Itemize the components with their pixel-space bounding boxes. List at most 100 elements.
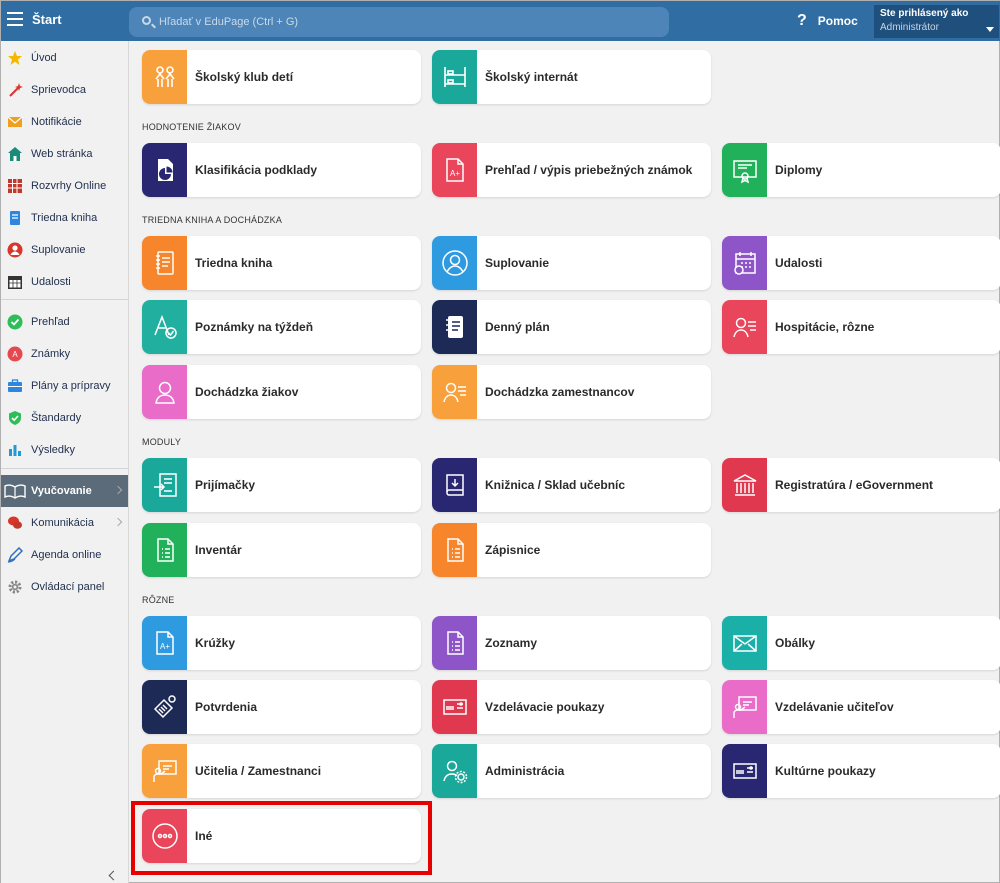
sidebar-item-suplovanie[interactable]: Suplovanie: [1, 234, 128, 266]
tile-label: Krúžky: [195, 636, 236, 650]
sidebar-item-ovladaci-panel[interactable]: Ovládací panel: [1, 571, 128, 603]
tile-label: Hospitácie, rôzne: [775, 320, 875, 334]
sidebar-item-label: Suplovanie: [31, 244, 86, 256]
sidebar-item-sprievodca[interactable]: Sprievodca: [1, 74, 128, 106]
chevron-right-icon: [113, 517, 123, 527]
grade-icon: A: [7, 346, 23, 362]
tile-label: Suplovanie: [485, 256, 550, 270]
sidebar-item-prehlad[interactable]: Prehľad: [1, 306, 128, 338]
tile-prijimacky[interactable]: Prijímačky: [142, 458, 421, 512]
collapse-sidebar-icon[interactable]: [107, 871, 117, 881]
tile-diplomy[interactable]: Diplomy: [722, 143, 1000, 197]
star-icon: [7, 50, 23, 66]
help-button[interactable]: ? Pomoc: [797, 12, 858, 30]
sidebar-item-standardy[interactable]: Štandardy: [1, 402, 128, 434]
tile-label: Prehľad / výpis priebežných známok: [485, 163, 693, 177]
tile-label: Zápisnice: [485, 543, 541, 557]
tile-zoznamy[interactable]: Zoznamy: [432, 616, 711, 670]
bar-chart-icon: [7, 442, 23, 458]
sidebar-item-uvod[interactable]: Úvod: [1, 42, 128, 74]
tile-skolsky-internat[interactable]: Školský internát: [432, 50, 711, 104]
sidebar-item-label: Výsledky: [31, 444, 76, 456]
person-circle-icon: [432, 236, 477, 290]
hamburger-icon[interactable]: [7, 12, 23, 28]
grade-document-icon: A+: [142, 616, 187, 670]
person-list-icon: [432, 365, 477, 419]
tile-poznamky[interactable]: Poznámky na týždeň: [142, 300, 421, 354]
tile-dochadzka-ziakov[interactable]: Dochádzka žiakov: [142, 365, 421, 419]
svg-text:A+: A+: [450, 169, 460, 178]
app-title[interactable]: Štart: [32, 12, 62, 27]
tile-hospitacie[interactable]: Hospitácie, rôzne: [722, 300, 1000, 354]
planner-icon: [432, 300, 477, 354]
tile-label: Dochádzka žiakov: [195, 385, 299, 399]
diploma-icon: [722, 143, 767, 197]
more-dots-icon: [142, 809, 187, 863]
tile-udalosti[interactable]: Udalosti: [722, 236, 1000, 290]
tile-klasifikacia[interactable]: Klasifikácia podklady: [142, 143, 421, 197]
sidebar-item-plany[interactable]: Plány a prípravy: [1, 370, 128, 402]
chevron-right-icon: [113, 485, 123, 495]
font-check-icon: [142, 300, 187, 354]
tile-skolsky-klub[interactable]: Školský klub detí: [142, 50, 421, 104]
tile-prehlad-znamok[interactable]: A+ Prehľad / výpis priebežných známok: [432, 143, 711, 197]
tile-kulturne-poukazy[interactable]: Kultúrne poukazy: [722, 744, 1000, 798]
tile-suplovanie[interactable]: Suplovanie: [432, 236, 711, 290]
list-document-icon: [432, 616, 477, 670]
tile-vzdelavacie-poukazy[interactable]: Vzdelávacie poukazy: [432, 680, 711, 734]
sidebar-item-vysledky[interactable]: Výsledky: [1, 434, 128, 466]
sidebar-item-udalosti[interactable]: Udalosti: [1, 266, 128, 298]
sidebar-item-znamky[interactable]: A Známky: [1, 338, 128, 370]
gear-icon: [7, 579, 23, 595]
sidebar-item-rozvrhy[interactable]: Rozvrhy Online: [1, 170, 128, 202]
sidebar-divider: [1, 299, 128, 300]
sidebar-item-vyucovanie[interactable]: Vyučovanie: [1, 475, 128, 507]
envelope-icon: [722, 616, 767, 670]
sidebar-item-web-stranka[interactable]: Web stránka: [1, 138, 128, 170]
teacher-board-icon: [142, 744, 187, 798]
tile-potvrdenia[interactable]: Potvrdenia: [142, 680, 421, 734]
voucher-icon: [432, 680, 477, 734]
institution-icon: [722, 458, 767, 512]
person-icon: [7, 242, 23, 258]
search-box[interactable]: [129, 7, 669, 37]
tile-inventar[interactable]: Inventár: [142, 523, 421, 577]
tile-registratura[interactable]: Registratúra / eGovernment: [722, 458, 1000, 512]
pen-icon: [7, 546, 24, 563]
sidebar-item-label: Úvod: [31, 52, 57, 64]
tile-dochadzka-zamestnancov[interactable]: Dochádzka zamestnancov: [432, 365, 711, 419]
sidebar-item-label: Rozvrhy Online: [31, 180, 107, 192]
sidebar-item-label: Plány a prípravy: [31, 380, 111, 392]
user-menu[interactable]: Ste prihlásený ako Administrátor: [874, 5, 999, 38]
sidebar-item-agenda[interactable]: Agenda online: [1, 539, 128, 571]
tile-obalky[interactable]: Obálky: [722, 616, 1000, 670]
tile-ine[interactable]: Iné: [142, 809, 421, 863]
sidebar-item-label: Štandardy: [31, 412, 82, 424]
voucher-icon: [722, 744, 767, 798]
search-input[interactable]: [159, 13, 649, 31]
tile-ucitelia[interactable]: Učitelia / Zamestnanci: [142, 744, 421, 798]
tile-label: Obálky: [775, 636, 816, 650]
sidebar-item-notifikacie[interactable]: Notifikácie: [1, 106, 128, 138]
shield-check-icon: [7, 410, 23, 426]
tile-kniznica[interactable]: Knižnica / Sklad učebníc: [432, 458, 711, 512]
sidebar-item-komunikacia[interactable]: Komunikácia: [1, 507, 128, 539]
tile-label: Kultúrne poukazy: [775, 764, 876, 778]
tile-label: Inventár: [195, 543, 242, 557]
tile-vzdelavanie-ucitelov[interactable]: Vzdelávanie učiteľov: [722, 680, 1000, 734]
sidebar-item-label: Udalosti: [31, 276, 71, 288]
user-role: Administrátor: [880, 22, 939, 33]
house-icon: [7, 146, 23, 162]
tile-denny-plan[interactable]: Denný plán: [432, 300, 711, 354]
tile-administracia[interactable]: Administrácia: [432, 744, 711, 798]
tile-label: Vzdelávacie poukazy: [485, 700, 605, 714]
check-circle-icon: [7, 314, 23, 330]
tile-triedna-kniha[interactable]: Triedna kniha: [142, 236, 421, 290]
tile-label: Registratúra / eGovernment: [775, 478, 934, 492]
sidebar-item-triedna-kniha[interactable]: Triedna kniha: [1, 202, 128, 234]
tile-kruzky[interactable]: A+ Krúžky: [142, 616, 421, 670]
tile-label: Klasifikácia podklady: [195, 163, 318, 177]
tile-zapisnice[interactable]: Zápisnice: [432, 523, 711, 577]
sidebar-item-label: Vyučovanie: [31, 485, 92, 497]
user-status-label: Ste prihlásený ako: [880, 8, 969, 19]
